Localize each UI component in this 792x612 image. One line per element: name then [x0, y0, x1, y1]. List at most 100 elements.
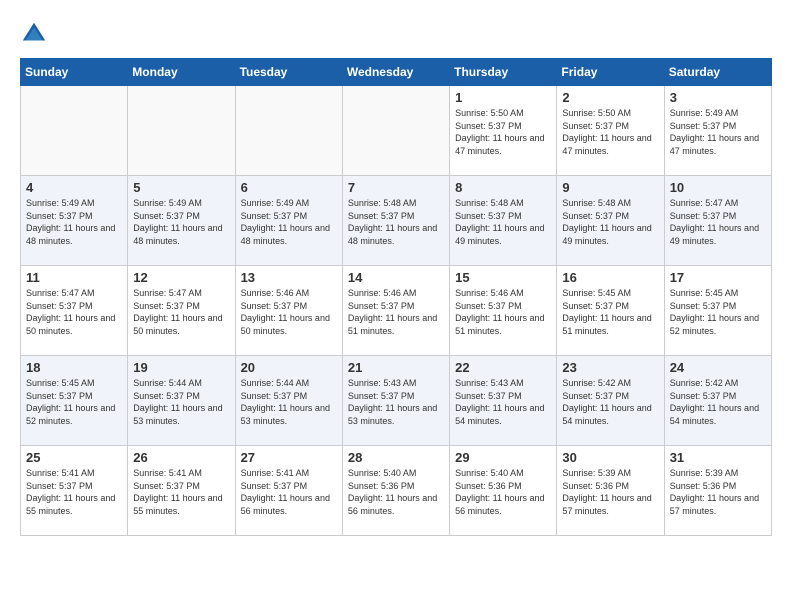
- day-number: 6: [241, 180, 337, 195]
- day-number: 22: [455, 360, 551, 375]
- day-info: Sunrise: 5:46 AMSunset: 5:37 PMDaylight:…: [241, 287, 337, 337]
- day-info: Sunrise: 5:50 AMSunset: 5:37 PMDaylight:…: [562, 107, 658, 157]
- calendar-week-5: 25 Sunrise: 5:41 AMSunset: 5:37 PMDaylig…: [21, 446, 772, 536]
- calendar-cell: 9 Sunrise: 5:48 AMSunset: 5:37 PMDayligh…: [557, 176, 664, 266]
- calendar-cell: 5 Sunrise: 5:49 AMSunset: 5:37 PMDayligh…: [128, 176, 235, 266]
- weekday-header-wednesday: Wednesday: [342, 59, 449, 86]
- calendar-cell: 15 Sunrise: 5:46 AMSunset: 5:37 PMDaylig…: [450, 266, 557, 356]
- calendar-cell: [128, 86, 235, 176]
- calendar-cell: 30 Sunrise: 5:39 AMSunset: 5:36 PMDaylig…: [557, 446, 664, 536]
- calendar-cell: 11 Sunrise: 5:47 AMSunset: 5:37 PMDaylig…: [21, 266, 128, 356]
- calendar-cell: 4 Sunrise: 5:49 AMSunset: 5:37 PMDayligh…: [21, 176, 128, 266]
- day-number: 21: [348, 360, 444, 375]
- day-info: Sunrise: 5:41 AMSunset: 5:37 PMDaylight:…: [133, 467, 229, 517]
- day-info: Sunrise: 5:47 AMSunset: 5:37 PMDaylight:…: [133, 287, 229, 337]
- calendar-cell: 25 Sunrise: 5:41 AMSunset: 5:37 PMDaylig…: [21, 446, 128, 536]
- day-info: Sunrise: 5:49 AMSunset: 5:37 PMDaylight:…: [26, 197, 122, 247]
- weekday-header-sunday: Sunday: [21, 59, 128, 86]
- calendar-header-row: SundayMondayTuesdayWednesdayThursdayFrid…: [21, 59, 772, 86]
- calendar-cell: 10 Sunrise: 5:47 AMSunset: 5:37 PMDaylig…: [664, 176, 771, 266]
- day-info: Sunrise: 5:45 AMSunset: 5:37 PMDaylight:…: [670, 287, 766, 337]
- weekday-header-thursday: Thursday: [450, 59, 557, 86]
- day-info: Sunrise: 5:48 AMSunset: 5:37 PMDaylight:…: [348, 197, 444, 247]
- calendar-cell: 23 Sunrise: 5:42 AMSunset: 5:37 PMDaylig…: [557, 356, 664, 446]
- calendar-cell: 1 Sunrise: 5:50 AMSunset: 5:37 PMDayligh…: [450, 86, 557, 176]
- page-header: [20, 20, 772, 48]
- calendar-week-3: 11 Sunrise: 5:47 AMSunset: 5:37 PMDaylig…: [21, 266, 772, 356]
- calendar-cell: 22 Sunrise: 5:43 AMSunset: 5:37 PMDaylig…: [450, 356, 557, 446]
- calendar-cell: 8 Sunrise: 5:48 AMSunset: 5:37 PMDayligh…: [450, 176, 557, 266]
- calendar-week-4: 18 Sunrise: 5:45 AMSunset: 5:37 PMDaylig…: [21, 356, 772, 446]
- day-info: Sunrise: 5:47 AMSunset: 5:37 PMDaylight:…: [26, 287, 122, 337]
- day-number: 2: [562, 90, 658, 105]
- day-number: 14: [348, 270, 444, 285]
- calendar-cell: 19 Sunrise: 5:44 AMSunset: 5:37 PMDaylig…: [128, 356, 235, 446]
- day-number: 30: [562, 450, 658, 465]
- day-number: 16: [562, 270, 658, 285]
- day-info: Sunrise: 5:41 AMSunset: 5:37 PMDaylight:…: [241, 467, 337, 517]
- day-number: 29: [455, 450, 551, 465]
- day-number: 24: [670, 360, 766, 375]
- calendar-cell: 31 Sunrise: 5:39 AMSunset: 5:36 PMDaylig…: [664, 446, 771, 536]
- calendar-table: SundayMondayTuesdayWednesdayThursdayFrid…: [20, 58, 772, 536]
- calendar-body: 1 Sunrise: 5:50 AMSunset: 5:37 PMDayligh…: [21, 86, 772, 536]
- calendar-cell: 20 Sunrise: 5:44 AMSunset: 5:37 PMDaylig…: [235, 356, 342, 446]
- weekday-header-friday: Friday: [557, 59, 664, 86]
- calendar-cell: 16 Sunrise: 5:45 AMSunset: 5:37 PMDaylig…: [557, 266, 664, 356]
- weekday-header-saturday: Saturday: [664, 59, 771, 86]
- calendar-cell: [21, 86, 128, 176]
- day-number: 18: [26, 360, 122, 375]
- day-info: Sunrise: 5:49 AMSunset: 5:37 PMDaylight:…: [670, 107, 766, 157]
- day-number: 10: [670, 180, 766, 195]
- day-number: 25: [26, 450, 122, 465]
- day-number: 7: [348, 180, 444, 195]
- calendar-cell: 26 Sunrise: 5:41 AMSunset: 5:37 PMDaylig…: [128, 446, 235, 536]
- day-info: Sunrise: 5:47 AMSunset: 5:37 PMDaylight:…: [670, 197, 766, 247]
- day-info: Sunrise: 5:44 AMSunset: 5:37 PMDaylight:…: [241, 377, 337, 427]
- day-number: 12: [133, 270, 229, 285]
- day-info: Sunrise: 5:42 AMSunset: 5:37 PMDaylight:…: [670, 377, 766, 427]
- calendar-cell: 17 Sunrise: 5:45 AMSunset: 5:37 PMDaylig…: [664, 266, 771, 356]
- logo-icon: [20, 20, 48, 48]
- day-info: Sunrise: 5:43 AMSunset: 5:37 PMDaylight:…: [455, 377, 551, 427]
- day-info: Sunrise: 5:49 AMSunset: 5:37 PMDaylight:…: [241, 197, 337, 247]
- day-number: 8: [455, 180, 551, 195]
- day-number: 9: [562, 180, 658, 195]
- logo: [20, 20, 52, 48]
- day-number: 23: [562, 360, 658, 375]
- calendar-week-1: 1 Sunrise: 5:50 AMSunset: 5:37 PMDayligh…: [21, 86, 772, 176]
- calendar-cell: 18 Sunrise: 5:45 AMSunset: 5:37 PMDaylig…: [21, 356, 128, 446]
- day-info: Sunrise: 5:48 AMSunset: 5:37 PMDaylight:…: [562, 197, 658, 247]
- calendar-cell: 13 Sunrise: 5:46 AMSunset: 5:37 PMDaylig…: [235, 266, 342, 356]
- day-info: Sunrise: 5:40 AMSunset: 5:36 PMDaylight:…: [348, 467, 444, 517]
- day-number: 17: [670, 270, 766, 285]
- day-info: Sunrise: 5:50 AMSunset: 5:37 PMDaylight:…: [455, 107, 551, 157]
- day-info: Sunrise: 5:44 AMSunset: 5:37 PMDaylight:…: [133, 377, 229, 427]
- day-info: Sunrise: 5:42 AMSunset: 5:37 PMDaylight:…: [562, 377, 658, 427]
- weekday-header-monday: Monday: [128, 59, 235, 86]
- calendar-cell: 2 Sunrise: 5:50 AMSunset: 5:37 PMDayligh…: [557, 86, 664, 176]
- calendar-cell: 27 Sunrise: 5:41 AMSunset: 5:37 PMDaylig…: [235, 446, 342, 536]
- day-info: Sunrise: 5:45 AMSunset: 5:37 PMDaylight:…: [562, 287, 658, 337]
- day-info: Sunrise: 5:43 AMSunset: 5:37 PMDaylight:…: [348, 377, 444, 427]
- calendar-cell: 14 Sunrise: 5:46 AMSunset: 5:37 PMDaylig…: [342, 266, 449, 356]
- day-number: 3: [670, 90, 766, 105]
- day-info: Sunrise: 5:45 AMSunset: 5:37 PMDaylight:…: [26, 377, 122, 427]
- calendar-cell: [342, 86, 449, 176]
- calendar-cell: 7 Sunrise: 5:48 AMSunset: 5:37 PMDayligh…: [342, 176, 449, 266]
- calendar-cell: 3 Sunrise: 5:49 AMSunset: 5:37 PMDayligh…: [664, 86, 771, 176]
- day-info: Sunrise: 5:49 AMSunset: 5:37 PMDaylight:…: [133, 197, 229, 247]
- day-number: 20: [241, 360, 337, 375]
- day-number: 26: [133, 450, 229, 465]
- weekday-header-tuesday: Tuesday: [235, 59, 342, 86]
- calendar-cell: 21 Sunrise: 5:43 AMSunset: 5:37 PMDaylig…: [342, 356, 449, 446]
- day-number: 1: [455, 90, 551, 105]
- calendar-week-2: 4 Sunrise: 5:49 AMSunset: 5:37 PMDayligh…: [21, 176, 772, 266]
- calendar-cell: 12 Sunrise: 5:47 AMSunset: 5:37 PMDaylig…: [128, 266, 235, 356]
- calendar-cell: 24 Sunrise: 5:42 AMSunset: 5:37 PMDaylig…: [664, 356, 771, 446]
- day-info: Sunrise: 5:41 AMSunset: 5:37 PMDaylight:…: [26, 467, 122, 517]
- day-number: 5: [133, 180, 229, 195]
- calendar-cell: [235, 86, 342, 176]
- calendar-cell: 6 Sunrise: 5:49 AMSunset: 5:37 PMDayligh…: [235, 176, 342, 266]
- day-info: Sunrise: 5:39 AMSunset: 5:36 PMDaylight:…: [670, 467, 766, 517]
